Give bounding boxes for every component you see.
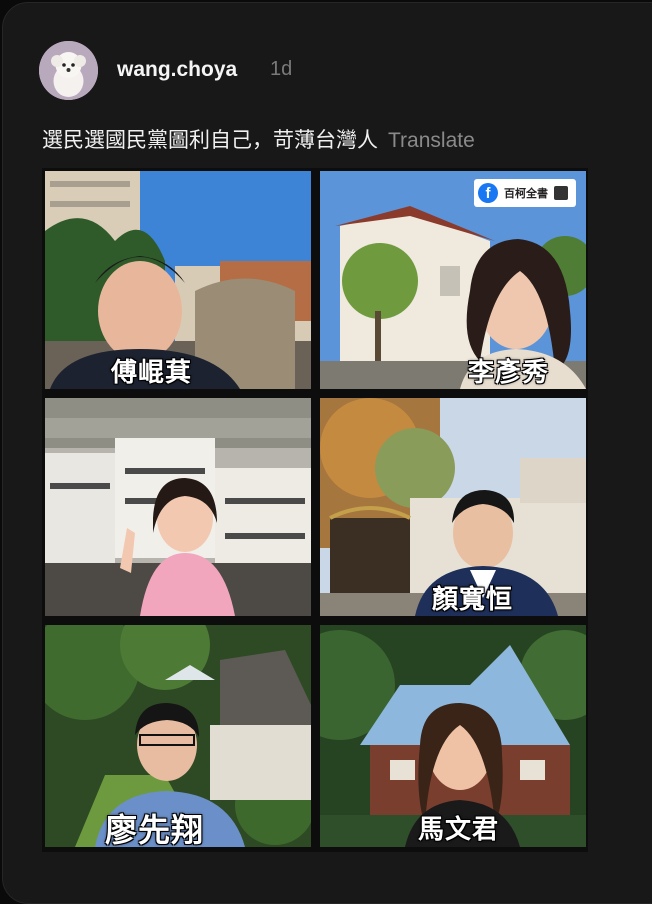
photo-1[interactable]: 傅崐萁	[45, 171, 311, 389]
badge-mark-icon	[554, 186, 568, 200]
photo-5[interactable]: 廖先翔	[45, 625, 311, 847]
facebook-badge: f 百柯全書	[474, 179, 576, 207]
avatar[interactable]	[39, 41, 98, 100]
photo-6-name: 馬文君	[418, 814, 500, 844]
badge-label: 百柯全書	[504, 188, 548, 200]
post-time: 1d	[270, 58, 293, 80]
photo-4-name: 顏寬恒	[432, 584, 514, 614]
translate-link[interactable]: Translate	[388, 129, 475, 152]
facebook-icon: f	[478, 183, 498, 203]
photo-3-scene	[45, 398, 311, 616]
photo-6[interactable]: 馬文君	[320, 625, 586, 847]
post-caption: 選民選國民黨圖利自己，苛薄台灣人 Translate	[42, 124, 475, 154]
caption-text: 選民選國民黨圖利自己，苛薄台灣人	[42, 129, 378, 152]
avatar-dog-icon	[39, 41, 98, 100]
photo-5-name: 廖先翔	[105, 812, 205, 847]
photo-3[interactable]	[45, 398, 311, 616]
photo-4[interactable]: 顏寬恒	[320, 398, 586, 616]
photo-2[interactable]: f 百柯全書 李彥秀	[320, 171, 586, 389]
photo-grid[interactable]: 傅崐萁 f 百柯全書 李彥秀 顏寬恒 廖先翔 馬文君	[42, 168, 588, 852]
username[interactable]: wang.choya	[117, 58, 237, 82]
photo-2-name: 李彥秀	[468, 357, 550, 387]
photo-1-name: 傅崐萁	[111, 357, 193, 387]
